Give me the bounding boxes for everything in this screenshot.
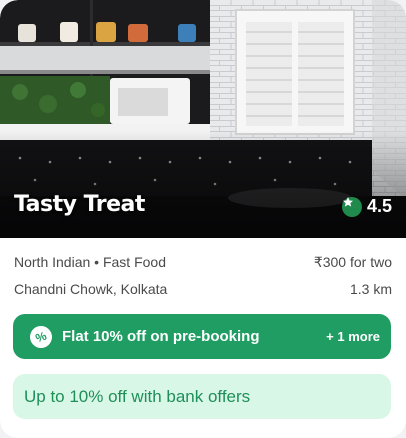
distance-text: 1.3 km (349, 281, 392, 297)
price-text: ₹300 for two (313, 254, 392, 270)
rating-value: 4.5 (366, 196, 392, 216)
bank-offer-text: Up to 10% off with bank offers (24, 386, 251, 406)
star-icon (341, 196, 362, 217)
restaurant-name: Tasty Treat (14, 192, 145, 217)
cuisines-text: North Indian • Fast Food (14, 254, 166, 270)
location-row: Chandni Chowk, Kolkata 1.3 km (14, 281, 392, 297)
rating-badge: 4.5 (341, 196, 392, 217)
offer-text: Flat 10% off on pre-booking (62, 328, 260, 345)
cuisine-price-row: North Indian • Fast Food ₹300 for two (14, 254, 392, 271)
bank-offer-banner[interactable]: Up to 10% off with bank offers (13, 374, 391, 419)
location-text: Chandni Chowk, Kolkata (14, 281, 168, 297)
prebooking-offer-banner[interactable]: % Flat 10% off on pre-booking + 1 more (13, 314, 391, 359)
restaurant-card[interactable]: Tasty Treat 4.5 North Indian • Fast Food… (0, 0, 406, 438)
more-offers-link[interactable]: + 1 more (326, 329, 380, 344)
percent-badge-icon: % (26, 322, 56, 351)
restaurant-photo[interactable]: Tasty Treat 4.5 (0, 0, 406, 238)
